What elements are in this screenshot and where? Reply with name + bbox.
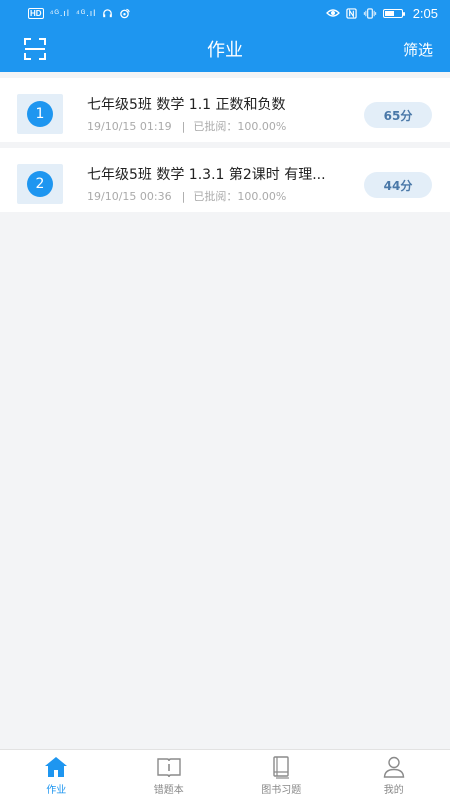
status-right: 2:05 [325,5,438,21]
homework-index-box: 1 [17,94,63,134]
app-header: 作业 筛选 [0,26,450,72]
nav-item-homework[interactable]: 作业 [0,750,113,800]
nav-item-book-exercises[interactable]: 图书习题 [225,750,338,800]
nav-label: 图书习题 [261,784,302,796]
hd-badge: HD [28,7,44,19]
battery-icon [382,8,405,18]
review-label: 已批阅： [193,120,238,133]
homework-item[interactable]: 1 七年级5班 数学 1.1 正数和负数 19/10/15 01:19 | 已批阅：… [0,78,450,142]
page-title: 作业 [207,40,243,61]
screen: HD ⁴ᴳ.ıl ⁴ᴳ.ıl 2:05 作业 筛选 1 七年级5班 数学 1.1… [0,0,450,800]
review-value: 100.00% [237,190,287,203]
meta-separator: | [181,190,186,203]
home-icon [45,756,68,777]
score-badge: 65分 [364,102,432,128]
status-left: HD ⁴ᴳ.ıl ⁴ᴳ.ıl [28,7,130,19]
eye-icon [325,9,340,17]
headset-icon [103,8,113,17]
battery-fill [384,10,395,16]
scan-icon[interactable] [24,38,46,60]
homework-meta: 19/10/15 00:36 | 已批阅：100.00% [87,188,286,204]
book-open-icon [157,757,181,777]
homework-title: 七年级5班 数学 1.3.1 第2课时 有理... [87,167,326,183]
homework-index: 1 [27,101,53,127]
homework-index: 2 [27,171,53,197]
meta-separator: | [181,120,186,133]
homework-date: 19/10/15 00:36 [87,190,172,203]
nav-item-profile[interactable]: 我的 [338,750,450,800]
review-value: 100.00% [237,120,287,133]
user-icon [383,756,404,778]
nav-item-mistakes[interactable]: 错题本 [113,750,226,800]
nav-label: 作业 [46,784,67,796]
homework-title: 七年级5班 数学 1.1 正数和负数 [87,97,286,113]
homework-meta: 19/10/15 01:19 | 已批阅：100.00% [87,118,286,134]
book-stack-icon [273,755,290,779]
vibrate-icon [363,7,376,19]
status-bar: HD ⁴ᴳ.ıl ⁴ᴳ.ıl 2:05 [0,0,450,26]
signal-icon: ⁴ᴳ.ıl [49,8,70,18]
nfc-icon [346,7,357,19]
signal-icon-2: ⁴ᴳ.ıl [75,8,97,18]
status-time: 2:05 [412,5,438,21]
nav-label: 我的 [383,784,404,796]
weibo-icon [120,8,130,18]
score-badge: 44分 [364,172,432,198]
homework-item[interactable]: 2 七年级5班 数学 1.3.1 第2课时 有理... 19/10/15 00:… [0,148,450,212]
homework-date: 19/10/15 01:19 [87,120,172,133]
review-label: 已批阅： [193,190,238,203]
bottom-nav: 作业 错题本 图书习题 我的 [0,749,450,800]
nav-label: 错题本 [153,784,184,796]
homework-list: 1 七年级5班 数学 1.1 正数和负数 19/10/15 01:19 | 已批阅：… [0,72,450,212]
homework-index-box: 2 [17,164,63,204]
filter-button[interactable]: 筛选 [403,26,433,72]
